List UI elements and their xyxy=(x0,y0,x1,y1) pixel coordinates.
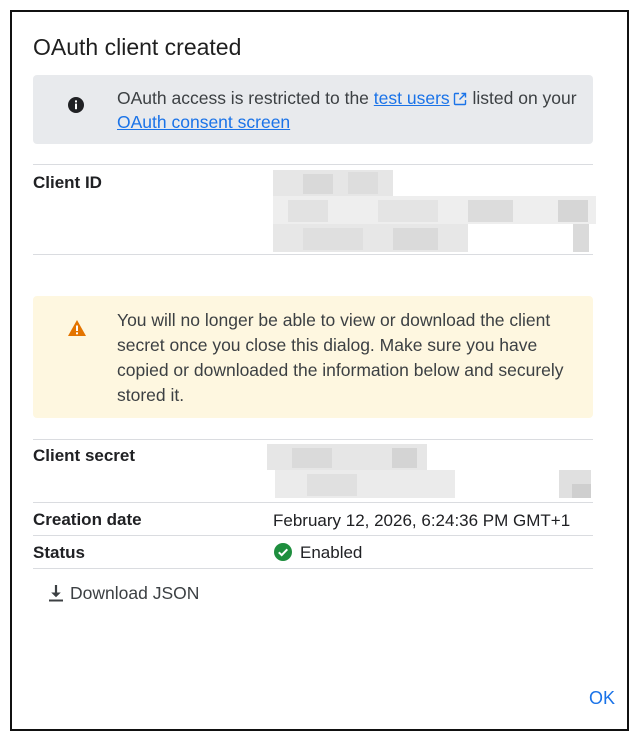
info-banner: OAuth access is restricted to the test u… xyxy=(33,75,593,144)
download-json-button[interactable]: Download JSON xyxy=(48,580,199,606)
oauth-client-created-dialog: OAuth client created OAuth access is res… xyxy=(10,10,629,731)
warning-text: You will no longer be able to view or do… xyxy=(117,310,564,405)
divider xyxy=(33,502,593,503)
status-label: Status xyxy=(33,543,85,562)
info-text-mid: listed on your xyxy=(467,88,577,108)
download-json-label: Download JSON xyxy=(70,582,200,603)
warning-icon xyxy=(68,320,86,336)
warning-banner: You will no longer be able to view or do… xyxy=(33,296,593,418)
info-text: OAuth access is restricted to the test u… xyxy=(117,86,577,134)
client-id-label: Client ID xyxy=(33,173,102,192)
creation-date-value: February 12, 2026, 6:24:36 PM GMT+1 xyxy=(273,511,571,530)
status-value: Enabled xyxy=(300,543,363,562)
check-circle-icon xyxy=(274,543,292,561)
download-icon xyxy=(49,585,63,602)
info-text-before: OAuth access is restricted to the xyxy=(117,88,374,108)
client-secret-label: Client secret xyxy=(33,446,136,465)
creation-date-label: Creation date xyxy=(33,510,142,529)
test-users-link[interactable]: test users xyxy=(374,88,468,108)
divider xyxy=(33,254,593,255)
info-icon xyxy=(68,97,84,113)
client-secret-redacted[interactable] xyxy=(267,444,591,498)
ok-button[interactable]: OK xyxy=(589,688,615,709)
divider xyxy=(33,535,593,536)
oauth-consent-screen-link[interactable]: OAuth consent screen xyxy=(117,112,290,132)
divider xyxy=(33,439,593,440)
external-link-icon xyxy=(453,92,466,106)
divider xyxy=(33,568,593,569)
dialog-title: OAuth client created xyxy=(33,34,242,60)
divider xyxy=(33,164,593,165)
client-id-redacted[interactable] xyxy=(273,170,596,252)
